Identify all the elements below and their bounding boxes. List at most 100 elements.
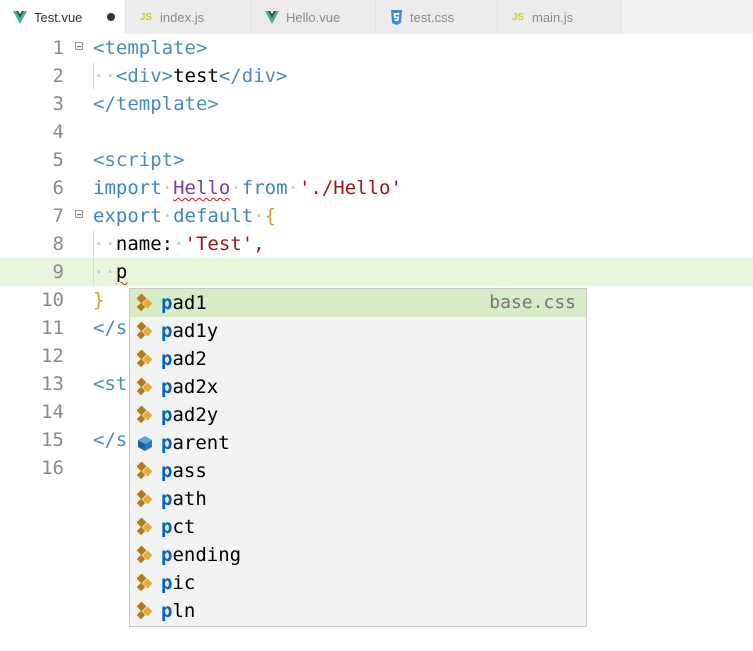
snippet-icon [135, 349, 155, 369]
tab-index-js[interactable]: JS index.js [126, 0, 252, 34]
code-line[interactable]: 3 </template> [0, 90, 753, 118]
code-line[interactable]: 7 export·default·{ [0, 202, 753, 230]
indent-guide [93, 230, 94, 286]
suggestion-label: pad1 [161, 292, 207, 314]
suggestion-item[interactable]: pad1y [130, 317, 586, 345]
editor-tab-bar: Test.vue JS index.js Hello.vue test.css … [0, 0, 753, 34]
tab-test-css[interactable]: test.css [376, 0, 498, 34]
fold-toggle-icon[interactable] [75, 210, 83, 218]
match-highlight: p [161, 404, 173, 426]
suggestion-text: ln [172, 600, 196, 622]
line-number: 7 [52, 205, 64, 227]
autocomplete-suggestions[interactable]: pad1 base.css pad1y pad2 pad2x pad2y parent pas… [129, 288, 587, 627]
match-highlight: p [161, 320, 173, 342]
suggestion-label: pad2y [161, 404, 218, 426]
line-number: 2 [52, 65, 64, 87]
suggestion-text: ad1y [172, 320, 219, 342]
suggestion-text: ad2y [172, 404, 219, 426]
code-line[interactable]: 8 ··name:·'Test', [0, 230, 753, 258]
line-number: 8 [52, 233, 64, 255]
code-token: </template> [93, 93, 219, 115]
suggestion-label: pending [161, 544, 241, 566]
js-icon: JS [511, 11, 525, 23]
whitespace-marker: · [230, 177, 242, 199]
code-line[interactable]: 1 <template> [0, 34, 753, 62]
tab-main-js[interactable]: JS main.js [498, 0, 622, 34]
match-highlight: p [161, 600, 173, 622]
match-highlight: p [161, 572, 173, 594]
code-token: </s [93, 317, 128, 339]
match-highlight: p [161, 376, 173, 398]
code-line-current[interactable]: 9 ··p [0, 258, 753, 286]
snippet-icon [135, 461, 155, 481]
suggestion-item[interactable]: pending [130, 541, 586, 569]
code-line[interactable]: 5 <script> [0, 146, 753, 174]
suggestion-item[interactable]: pct [130, 513, 586, 541]
suggestion-text: ath [172, 488, 207, 510]
suggestion-item[interactable]: pad2x [130, 373, 586, 401]
suggestion-text: ad1 [172, 292, 207, 314]
line-number: 16 [41, 457, 64, 479]
css-icon [388, 9, 404, 25]
tab-test-vue[interactable]: Test.vue [0, 0, 126, 34]
suggestion-text: ct [172, 516, 196, 538]
code-line[interactable]: 2 ··<div>test</div> [0, 62, 753, 90]
tab-label: Test.vue [34, 9, 83, 25]
suggestion-label: pct [161, 516, 195, 538]
suggestion-item[interactable]: pad2y [130, 401, 586, 429]
tab-hello-vue[interactable]: Hello.vue [252, 0, 376, 34]
line-number: 1 [52, 37, 64, 59]
code-token: import [93, 177, 162, 199]
code-token-typed: p [115, 261, 128, 283]
suggestion-label: parent [161, 432, 230, 454]
suggestion-label: pad1y [161, 320, 218, 342]
suggestion-item[interactable]: path [130, 485, 586, 513]
suggestion-label: pic [161, 572, 195, 594]
suggestion-item[interactable]: parent [130, 429, 586, 457]
snippet-icon [135, 405, 155, 425]
suggestion-label: pad2 [161, 348, 207, 370]
whitespace-marker: ·· [93, 233, 116, 255]
suggestion-text: ic [172, 572, 196, 594]
code-line[interactable]: 4 [0, 118, 753, 146]
code-token: <script> [93, 149, 185, 171]
suggestion-item[interactable]: pass [130, 457, 586, 485]
code-token-error[interactable]: Hello [173, 177, 230, 199]
line-number: 11 [41, 317, 64, 339]
code-token: name: [115, 233, 174, 255]
suggestion-item[interactable]: pic [130, 569, 586, 597]
suggestion-label: pass [161, 460, 207, 482]
code-line[interactable]: 6 import·Hello·from·'./Hello' [0, 174, 753, 202]
line-number: 9 [52, 261, 64, 283]
fold-toggle-icon[interactable] [75, 42, 83, 50]
field-icon [135, 433, 155, 453]
tab-label: index.js [160, 9, 205, 25]
whitespace-marker: · [173, 233, 185, 255]
code-token: <st [93, 373, 128, 395]
suggestion-text: ending [172, 544, 242, 566]
code-token: </s [93, 429, 128, 451]
snippet-icon [135, 321, 155, 341]
code-token: default [173, 205, 254, 227]
code-token: { [264, 205, 277, 227]
match-highlight: p [161, 348, 173, 370]
line-number: 4 [52, 121, 64, 143]
suggestion-item[interactable]: pad2 [130, 345, 586, 373]
line-number: 15 [41, 429, 64, 451]
indent-guide [93, 62, 94, 90]
code-token: export [93, 205, 162, 227]
line-number: 12 [41, 345, 64, 367]
whitespace-marker: · [161, 177, 174, 199]
whitespace-marker: · [161, 205, 174, 227]
snippet-icon [135, 293, 155, 313]
code-token: <template> [93, 37, 208, 59]
match-highlight: p [161, 544, 173, 566]
snippet-icon [135, 601, 155, 621]
whitespace-marker: · [287, 177, 299, 199]
whitespace-marker: · [253, 205, 265, 227]
suggestion-detail: base.css [489, 292, 576, 313]
suggestion-item[interactable]: pad1 base.css [130, 289, 586, 317]
suggestion-item[interactable]: pln [130, 597, 586, 625]
line-number: 6 [52, 177, 64, 199]
unsaved-dot-icon[interactable] [107, 13, 115, 21]
